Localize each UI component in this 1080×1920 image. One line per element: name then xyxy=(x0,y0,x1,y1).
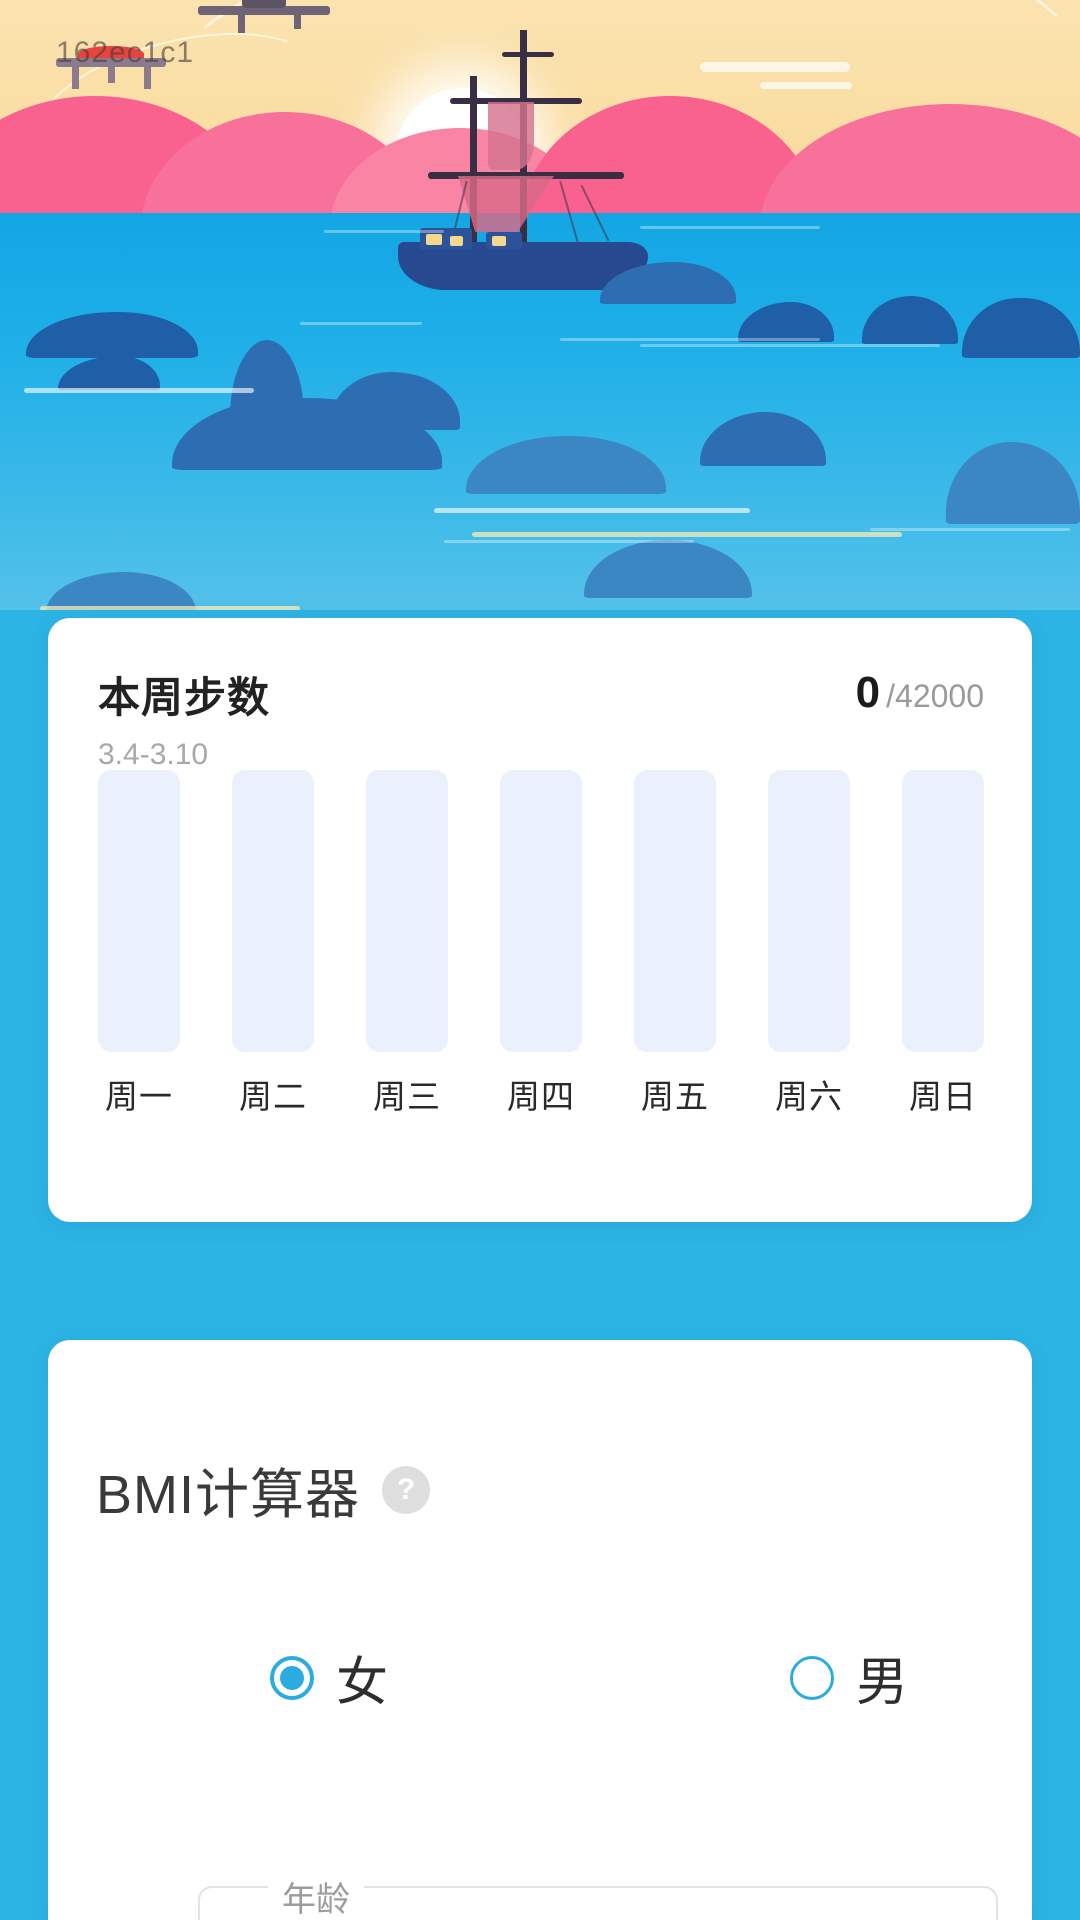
bar-label-tuesday: 周二 xyxy=(239,1078,307,1115)
gender-label-male: 男 xyxy=(856,1654,909,1712)
gender-label-female: 女 xyxy=(336,1654,389,1712)
cloud-shape xyxy=(700,62,850,72)
bar-saturday[interactable] xyxy=(768,770,850,1052)
wave-line xyxy=(444,540,694,543)
age-field-label: 年龄 xyxy=(268,1872,364,1920)
wave-line xyxy=(434,508,750,513)
steps-title: 本周步数 xyxy=(98,674,271,721)
wave-line xyxy=(324,230,444,233)
weekly-steps-bar-chart: 周一 周二 周三 周四 周五 周六 周日 xyxy=(98,770,984,1118)
bar-monday[interactable] xyxy=(98,770,180,1052)
bmi-calculator-card: BMI计算器 ? 女 男 年龄 xyxy=(48,1340,1032,1920)
gender-option-female[interactable]: 女 xyxy=(270,1640,388,1715)
hero-illustration: 162ec1c1 xyxy=(0,0,1080,610)
help-icon[interactable]: ? xyxy=(382,1465,431,1514)
wave-line xyxy=(472,532,902,537)
gender-selector: 女 男 xyxy=(48,1640,1032,1720)
bar-label-thursday: 周四 xyxy=(507,1078,575,1115)
steps-date-range: 3.4-3.10 xyxy=(98,738,209,771)
bar-label-wednesday: 周三 xyxy=(373,1078,441,1115)
radio-selected-icon[interactable] xyxy=(270,1655,314,1700)
steps-goal-group: 0/42000 xyxy=(856,668,984,718)
weekly-steps-card: 本周步数 0/42000 3.4-3.10 周一 周二 周三 周四 周五 周六 … xyxy=(48,618,1032,1222)
wave-line xyxy=(24,388,254,393)
bar-tuesday[interactable] xyxy=(232,770,314,1052)
bmi-title: BMI计算器 xyxy=(96,1465,361,1525)
bar-label-sunday: 周日 xyxy=(909,1078,977,1115)
bar-column[interactable]: 周五 xyxy=(634,770,716,1118)
wave-line xyxy=(300,322,422,325)
pier-shape xyxy=(198,0,330,36)
bar-sunday[interactable] xyxy=(902,770,984,1052)
steps-card-header: 本周步数 0/42000 xyxy=(98,664,984,721)
wave-line xyxy=(560,338,820,341)
bar-column[interactable]: 周日 xyxy=(902,770,984,1118)
wave-line xyxy=(870,528,1070,531)
bar-column[interactable]: 周三 xyxy=(366,770,448,1118)
steps-goal-value: /42000 xyxy=(886,678,984,714)
cloud-shape xyxy=(760,82,852,89)
bar-column[interactable]: 周六 xyxy=(768,770,850,1118)
bar-column[interactable]: 周二 xyxy=(232,770,314,1118)
bar-label-saturday: 周六 xyxy=(775,1078,843,1115)
app-root: 162ec1c1 本周步数 0/42000 3.4-3.10 周一 周二 周三 xyxy=(0,0,1080,1920)
bar-column[interactable]: 周一 xyxy=(98,770,180,1118)
bar-thursday[interactable] xyxy=(500,770,582,1052)
watermark-text: 162ec1c1 xyxy=(56,36,195,69)
sailboat-icon xyxy=(398,30,648,292)
gender-option-male[interactable]: 男 xyxy=(790,1640,908,1715)
bmi-card-header: BMI计算器 ? xyxy=(96,1450,431,1529)
radio-unselected-icon[interactable] xyxy=(790,1655,834,1700)
steps-current-value: 0 xyxy=(855,668,881,717)
bar-column[interactable]: 周四 xyxy=(500,770,582,1118)
wave-line xyxy=(640,344,940,347)
bar-wednesday[interactable] xyxy=(366,770,448,1052)
bar-label-monday: 周一 xyxy=(105,1078,173,1115)
wave-line xyxy=(640,226,820,229)
bar-friday[interactable] xyxy=(634,770,716,1052)
bar-label-friday: 周五 xyxy=(641,1078,709,1115)
wave-line xyxy=(40,606,300,610)
